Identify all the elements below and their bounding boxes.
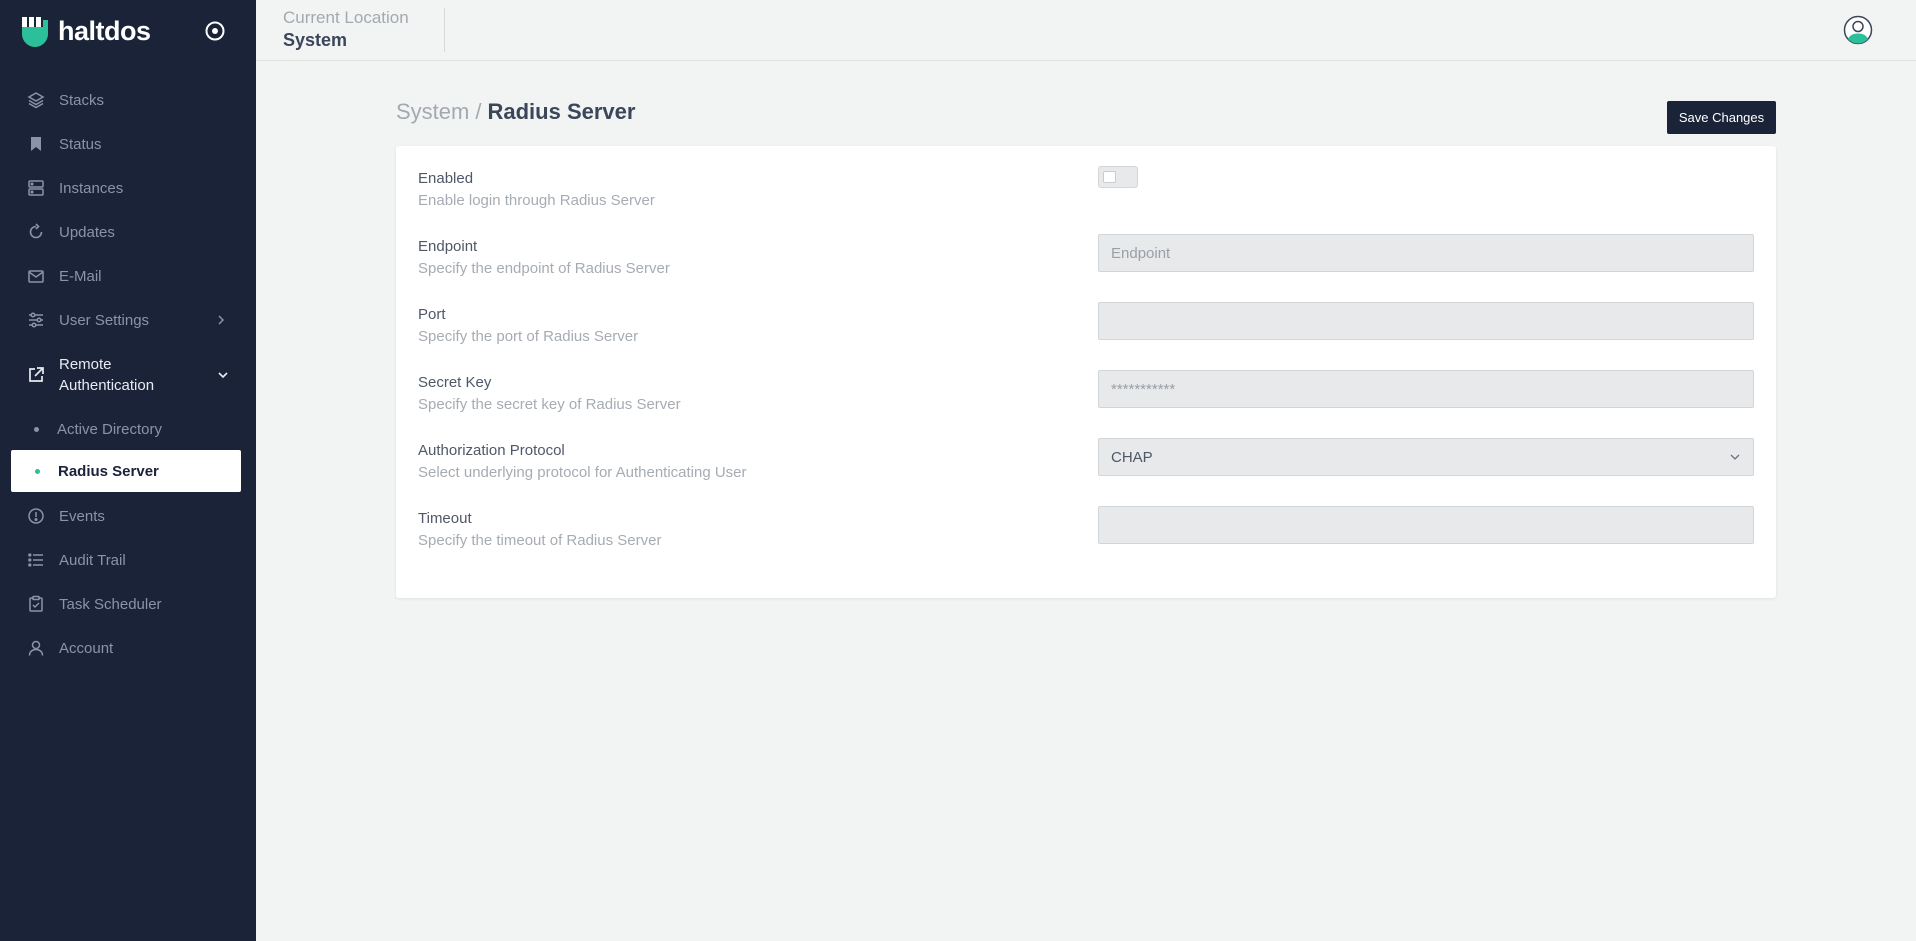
sidebar-item-label: E-Mail (59, 267, 102, 285)
setting-title: Authorization Protocol (418, 442, 565, 459)
current-location-label: Current Location (283, 8, 409, 27)
sidebar: haltdos Stacks Status Instances Updates … (0, 0, 256, 941)
bookmark-icon (31, 137, 41, 151)
sidebar-item-label: Updates (59, 223, 115, 241)
haltdos-logo-icon (22, 17, 48, 47)
authorization-protocol-select[interactable]: CHAP (1098, 438, 1754, 476)
clipboard-check-icon (29, 595, 43, 612)
external-link-icon (29, 367, 44, 382)
refresh-icon (29, 223, 43, 239)
setting-title: Port (418, 306, 446, 323)
port-input[interactable] (1098, 302, 1754, 340)
user-icon (28, 640, 44, 656)
setting-description: Specify the secret key of Radius Server (418, 396, 681, 413)
chevron-down-icon (1730, 454, 1740, 460)
page-title: Radius Server (487, 99, 636, 124)
radius-settings-card: Enabled Enable login through Radius Serv… (396, 146, 1776, 598)
sidebar-item-label: Events (59, 507, 105, 525)
server-icon (28, 180, 44, 196)
enabled-toggle[interactable] (1098, 166, 1138, 188)
mail-icon (28, 270, 44, 283)
sidebar-item-label: Stacks (59, 91, 105, 109)
setting-title: Enabled (418, 170, 474, 187)
setting-secret-key: Secret Key Specify the secret key of Rad… (418, 350, 1754, 413)
setting-endpoint: Endpoint Specify the endpoint of Radius … (418, 214, 1754, 277)
current-location: Current Location System (283, 8, 409, 52)
user-avatar-icon[interactable] (1843, 15, 1873, 45)
sidebar-item-label: Instances (59, 179, 124, 197)
brand[interactable]: haltdos (20, 14, 151, 48)
setting-description: Enable login through Radius Server (418, 192, 655, 209)
chevron-down-icon (218, 372, 228, 379)
sliders-icon (29, 312, 43, 328)
alert-circle-icon (28, 508, 44, 524)
setting-timeout: Timeout Specify the timeout of Radius Se… (418, 486, 1754, 549)
sidebar-subitem-label: Radius Server (58, 462, 159, 480)
sidebar-item-events[interactable]: Events (0, 494, 256, 538)
sidebar-item-stacks[interactable]: Stacks (0, 78, 256, 122)
brand-name: haltdos (58, 15, 151, 46)
setting-description: Specify the timeout of Radius Server (418, 532, 662, 549)
setting-title: Endpoint (418, 238, 478, 255)
breadcrumb-separator: / (475, 99, 482, 124)
secret-key-input[interactable] (1098, 370, 1754, 408)
sidebar-item-instances[interactable]: Instances (0, 166, 256, 210)
sidebar-item-audit-trail[interactable]: Audit Trail (0, 538, 256, 582)
sidebar-item-label: Status (59, 135, 102, 153)
top-bar: Current Location System (256, 0, 1916, 61)
target-settings-icon[interactable] (204, 20, 226, 42)
bullet-icon (35, 469, 40, 474)
select-value: CHAP (1111, 448, 1153, 466)
timeout-input[interactable] (1098, 506, 1754, 544)
sidebar-item-email[interactable]: E-Mail (0, 254, 256, 298)
sidebar-item-label: Account (59, 639, 114, 657)
toggle-knob (1103, 171, 1116, 183)
sidebar-item-label: Remote Authentication (59, 356, 155, 394)
save-changes-button[interactable]: Save Changes (1667, 101, 1776, 134)
sidebar-item-task-scheduler[interactable]: Task Scheduler (0, 582, 256, 626)
layers-icon (27, 92, 45, 109)
setting-authorization-protocol: Authorization Protocol Select underlying… (418, 418, 1754, 481)
setting-port: Port Specify the port of Radius Server (418, 282, 1754, 345)
sidebar-item-status[interactable]: Status (0, 122, 256, 166)
setting-description: Select underlying protocol for Authentic… (418, 464, 747, 481)
list-icon (28, 553, 43, 567)
sidebar-item-label: Audit Trail (59, 551, 126, 569)
sidebar-item-account[interactable]: Account (0, 626, 256, 670)
sidebar-subitem-radius-server[interactable]: Radius Server (11, 450, 241, 492)
sidebar-item-updates[interactable]: Updates (0, 210, 256, 254)
bullet-icon (34, 427, 39, 432)
sidebar-subitem-active-directory[interactable]: Active Directory (0, 408, 256, 450)
chevron-right-icon (218, 315, 225, 325)
current-location-value: System (283, 30, 348, 50)
sidebar-nav: Stacks Status Instances Updates E-Mail U… (0, 78, 256, 670)
sidebar-subitem-label: Active Directory (57, 420, 163, 438)
setting-description: Specify the endpoint of Radius Server (418, 260, 670, 277)
setting-enabled: Enabled Enable login through Radius Serv… (418, 146, 1754, 209)
sidebar-item-user-settings[interactable]: User Settings (0, 298, 256, 342)
header-divider (444, 8, 445, 52)
setting-title: Secret Key (418, 374, 492, 391)
setting-description: Specify the port of Radius Server (418, 328, 639, 345)
endpoint-input[interactable] (1098, 234, 1754, 272)
sidebar-item-label: Task Scheduler (59, 595, 162, 613)
sidebar-item-label: User Settings (59, 311, 150, 329)
breadcrumb-parent[interactable]: System (396, 99, 469, 124)
sidebar-item-remote-authentication[interactable]: Remote Authentication (0, 342, 256, 408)
breadcrumb: System / Radius Server (396, 99, 635, 125)
setting-title: Timeout (418, 510, 472, 527)
